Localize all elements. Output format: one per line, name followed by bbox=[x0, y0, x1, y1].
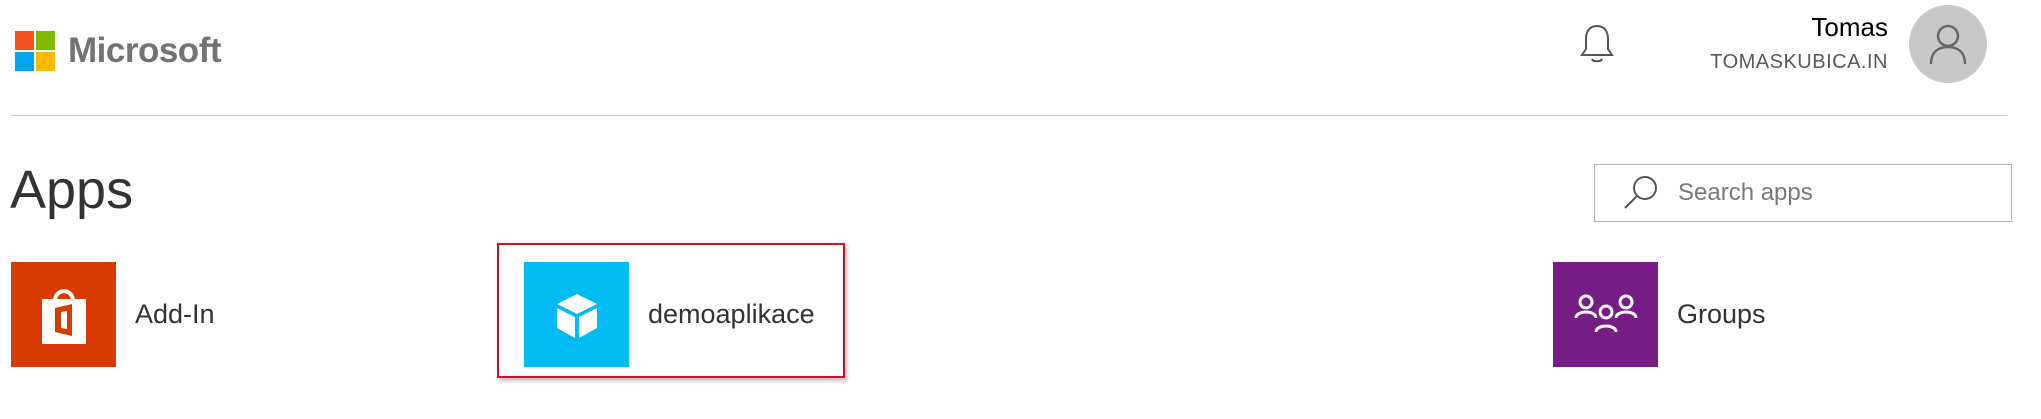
app-icon-box bbox=[11, 262, 116, 367]
search-box[interactable] bbox=[1594, 164, 2012, 222]
microsoft-logo[interactable]: Microsoft bbox=[15, 31, 222, 71]
person-icon bbox=[1929, 24, 1967, 65]
search-input[interactable] bbox=[1676, 178, 1980, 208]
office-store-icon bbox=[41, 288, 86, 344]
app-icon-box bbox=[1553, 262, 1658, 367]
microsoft-logo-icon bbox=[15, 31, 55, 71]
user-name[interactable]: Tomas bbox=[1811, 12, 1888, 43]
app-tile-add-in[interactable]: Add-In bbox=[11, 262, 215, 367]
header-divider bbox=[11, 115, 2007, 116]
highlight-box bbox=[497, 243, 845, 378]
brand-name: Microsoft bbox=[68, 31, 222, 70]
avatar[interactable] bbox=[1909, 5, 1987, 83]
app-label: Add-In bbox=[135, 299, 215, 329]
search-icon bbox=[1624, 176, 1657, 209]
user-org[interactable]: TOMASKUBICA.IN bbox=[1710, 51, 1888, 74]
app-label: Groups bbox=[1677, 299, 1766, 329]
app-tile-groups[interactable]: Groups bbox=[1553, 262, 1766, 367]
groups-icon bbox=[1574, 294, 1637, 332]
page-title: Apps bbox=[10, 160, 134, 220]
bell-icon bbox=[1580, 24, 1614, 63]
notifications-button[interactable] bbox=[1578, 20, 1616, 66]
